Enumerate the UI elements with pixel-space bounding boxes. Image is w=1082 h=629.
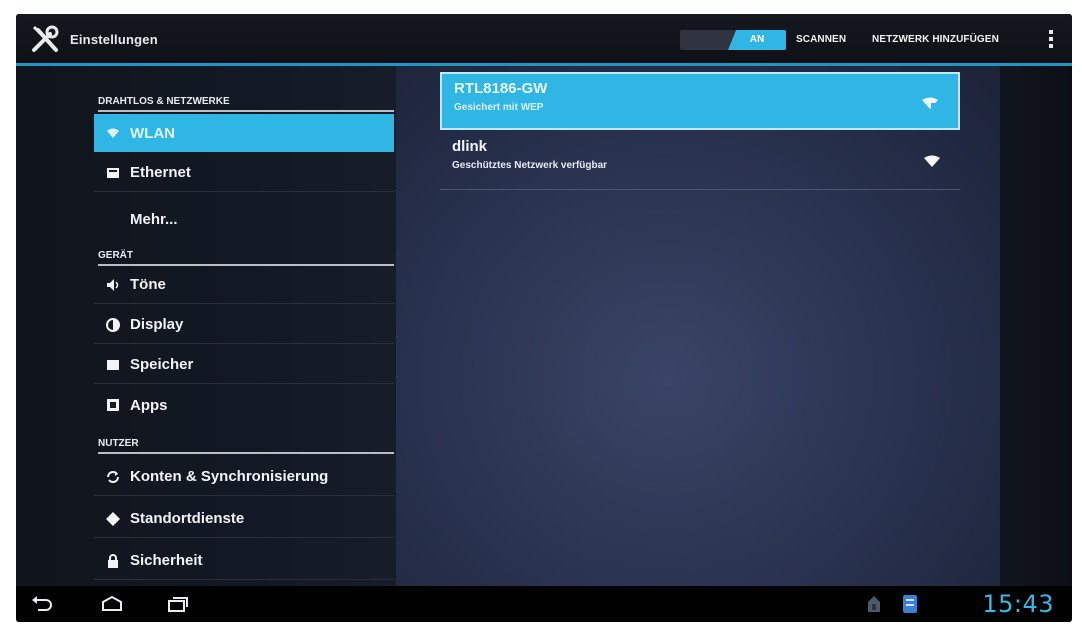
network-status: Geschütztes Netzwerk verfügbar <box>452 160 608 171</box>
sidebar-item-apps[interactable]: Apps <box>94 386 394 424</box>
sidebar-item-label: Mehr... <box>130 210 178 228</box>
sidebar-item-ethernet[interactable]: Ethernet <box>94 154 394 192</box>
scan-button[interactable]: SCANNEN <box>796 34 846 45</box>
sidebar-item-label: WLAN <box>130 124 175 142</box>
sidebar-item-label: Standortdienste <box>130 510 245 527</box>
wifi-signal-locked-icon <box>922 96 938 109</box>
sidebar-item-wlan[interactable]: WLAN <box>94 114 394 152</box>
wifi-toggle-label: AN <box>728 30 786 50</box>
apps-icon <box>106 398 120 412</box>
system-navigation-bar: 15:43 <box>16 586 1072 622</box>
sidebar-item-label: Töne <box>130 276 166 293</box>
wifi-signal-icon <box>924 154 940 167</box>
home-icon[interactable] <box>98 594 122 614</box>
sidebar-item-label: Ethernet <box>130 164 191 181</box>
notification-icon[interactable] <box>866 594 882 614</box>
sidebar-item-security[interactable]: Sicherheit <box>94 542 394 580</box>
sidebar-item-location[interactable]: Standortdienste <box>94 500 394 538</box>
sidebar-item-label: Konten & Synchronisierung <box>130 468 329 485</box>
wifi-network-list: RTL8186-GW Gesichert mit WEP dlink Gesch… <box>396 66 1000 586</box>
action-bar: Einstellungen AN SCANNEN NETZWERK HINZUF… <box>16 14 1072 66</box>
section-header-device: GERÄT <box>98 250 394 266</box>
sidebar-item-label: Speicher <box>130 356 194 373</box>
wifi-icon <box>106 126 120 140</box>
volume-icon <box>106 278 120 292</box>
add-network-button[interactable]: NETZWERK HINZUFÜGEN <box>872 34 999 45</box>
sidebar-item-display[interactable]: Display <box>94 306 394 344</box>
status-clock: 15:43 <box>982 590 1054 618</box>
lock-icon <box>106 553 120 568</box>
storage-icon <box>106 358 120 372</box>
location-icon <box>106 511 120 526</box>
sidebar-item-label: Apps <box>130 396 168 414</box>
sidebar-item-sounds[interactable]: Töne <box>94 266 394 304</box>
sidebar-item-label: Sicherheit <box>130 552 203 569</box>
section-header-wireless: DRAHTLOS & NETZWERKE <box>98 96 394 112</box>
network-item-rtl8186[interactable]: RTL8186-GW Gesichert mit WEP <box>440 72 960 130</box>
network-item-dlink[interactable]: dlink Geschütztes Netzwerk verfügbar <box>440 132 960 190</box>
sidebar-item-more[interactable]: Mehr... <box>94 200 394 238</box>
app-title: Einstellungen <box>70 32 158 47</box>
right-edge-panel <box>1000 66 1072 586</box>
back-icon[interactable] <box>30 594 54 614</box>
status-app-icon[interactable] <box>902 594 918 614</box>
settings-tools-icon[interactable] <box>30 24 64 54</box>
recent-apps-icon[interactable] <box>166 594 190 614</box>
sync-icon <box>106 470 120 484</box>
sidebar-item-storage[interactable]: Speicher <box>94 346 394 384</box>
ethernet-icon <box>106 166 120 180</box>
sidebar-item-accounts-sync[interactable]: Konten & Synchronisierung <box>94 458 394 496</box>
section-header-user: NUTZER <box>98 438 394 454</box>
tablet-screen: Einstellungen AN SCANNEN NETZWERK HINZUF… <box>16 14 1072 622</box>
network-status: Gesichert mit WEP <box>454 102 544 113</box>
settings-sidebar: DRAHTLOS & NETZWERKE WLAN Ethernet Mehr.… <box>16 66 396 586</box>
network-ssid: RTL8186-GW <box>454 80 548 97</box>
overflow-menu-icon[interactable] <box>1048 30 1054 52</box>
sidebar-item-label: Display <box>130 316 184 333</box>
display-icon <box>106 317 120 332</box>
wifi-toggle-switch[interactable]: AN <box>680 30 786 50</box>
network-ssid: dlink <box>452 138 488 155</box>
